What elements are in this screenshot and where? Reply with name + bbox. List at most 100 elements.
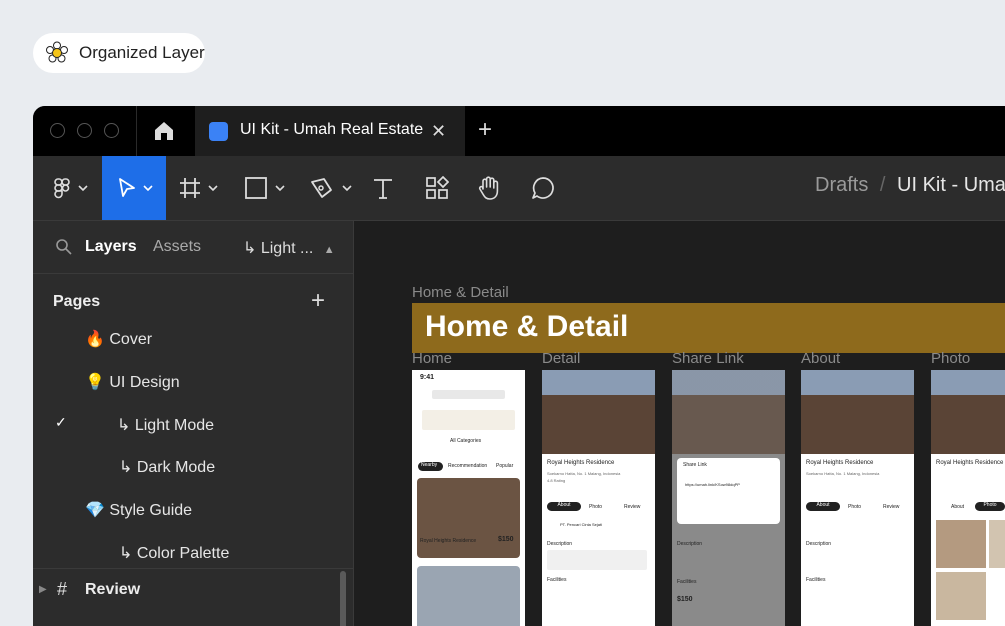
frame-label-photo[interactable]: Photo	[931, 350, 970, 367]
share-sheet: Share Link https://umah.link/KSow98dqPP	[677, 458, 780, 524]
page-picker[interactable]: ↳ Light ... ▲	[243, 238, 335, 258]
share-url: https://umah.link/KSow98dqPP	[685, 482, 740, 487]
frame-home[interactable]: 9:41 All Categories Nearby Recommendatio…	[412, 370, 525, 626]
frame-detail[interactable]: Royal Heights Residence Soekarno Hatta, …	[542, 370, 655, 626]
tab-about: About	[547, 502, 581, 511]
frame-icon: #	[57, 579, 68, 599]
page-item-color-palette[interactable]: ↳ Color Palette	[33, 531, 353, 573]
page-item-ui-design[interactable]: 💡 UI Design	[33, 360, 353, 402]
window-minimize-dot[interactable]	[77, 123, 92, 138]
shape-tool-icon	[245, 177, 285, 199]
toolbar: Drafts / UI Kit - Uma	[33, 156, 1005, 221]
breadcrumb: Drafts / UI Kit - Uma	[815, 174, 1005, 197]
search-icon[interactable]	[55, 238, 73, 256]
text-tool-button[interactable]	[368, 156, 398, 220]
gallery-photo	[936, 572, 986, 620]
window-close-dot[interactable]	[50, 123, 65, 138]
tab-bar: UI Kit - Umah Real Estate ✕ +	[33, 106, 1005, 156]
all-categories: All Categories	[450, 438, 482, 444]
description-heading: Description	[547, 541, 573, 547]
figma-file-icon	[209, 122, 228, 141]
listing-address: Soekarno Hatta, No. 1 Malang, Indonesia	[806, 471, 880, 476]
listing-price: $150	[677, 596, 693, 603]
frame-share-link[interactable]: Share Link https://umah.link/KSow98dqPP …	[672, 370, 785, 626]
resources-button[interactable]	[421, 156, 453, 220]
description-heading: Description	[806, 541, 832, 547]
comment-button[interactable]	[527, 156, 559, 220]
new-tab-button[interactable]: +	[478, 116, 492, 144]
shape-tool-button[interactable]	[238, 156, 294, 220]
tab-photo: Photo	[589, 504, 603, 510]
section-banner-title: Home & Detail	[425, 310, 629, 343]
tab-recommendation: Recommendation	[448, 463, 488, 469]
sidebar-tabs: Layers Assets ↳ Light ... ▲	[33, 221, 353, 274]
section-label[interactable]: Home & Detail	[412, 284, 509, 301]
property-photo	[801, 370, 914, 454]
listing-title: Royal Heights Residence	[936, 460, 1004, 466]
listing-card-image	[417, 478, 520, 558]
text-tool-icon	[374, 179, 392, 199]
frame-tool-button[interactable]	[173, 156, 229, 220]
page-item-cover[interactable]: 🔥 Cover	[33, 317, 353, 359]
listing-title: Royal Heights Residence	[420, 538, 477, 544]
page-item-label: 🔥 Cover	[85, 331, 153, 348]
add-page-button[interactable]: +	[311, 287, 325, 315]
close-tab-icon[interactable]: ✕	[431, 121, 446, 142]
frame-photo[interactable]: Royal Heights Residence About Photo	[931, 370, 1005, 626]
page-picker-label: ↳ Light ...	[243, 240, 314, 257]
facilities-heading: Facilities	[547, 577, 567, 583]
frame-tool-icon	[180, 178, 218, 198]
frame-about[interactable]: Royal Heights Residence Soekarno Hatta, …	[801, 370, 914, 626]
frame-label-share-link[interactable]: Share Link	[672, 350, 744, 367]
figma-menu-button[interactable]	[43, 156, 99, 220]
figma-menu-icon	[54, 178, 88, 199]
listing-rating: 4.8 Rating	[547, 478, 566, 483]
expand-caret-icon[interactable]: ▶	[39, 584, 47, 595]
facilities-heading: Facilities	[677, 579, 697, 585]
breadcrumb-drafts[interactable]: Drafts	[815, 174, 868, 196]
tab-review: Review	[883, 504, 900, 510]
tab-about: About	[951, 504, 965, 510]
listing-card-image	[417, 566, 520, 626]
description-heading: Description	[677, 541, 703, 547]
organized-layer-badge: Organized Layer	[33, 33, 205, 73]
layer-row-review[interactable]: ▶ # Review	[33, 568, 353, 626]
gallery-photo	[936, 520, 986, 568]
hand-tool-button[interactable]	[473, 156, 505, 220]
tab-document[interactable]: UI Kit - Umah Real Estate ✕	[195, 106, 465, 156]
section-banner[interactable]: Home & Detail	[412, 303, 1005, 353]
agent-name: PT. Pencari Cinta Sejati	[560, 522, 603, 527]
pen-tool-button[interactable]	[303, 156, 359, 220]
window-maximize-dot[interactable]	[104, 123, 119, 138]
page-item-label: 💡 UI Design	[85, 374, 180, 391]
left-sidebar: Layers Assets ↳ Light ... ▲ Pages + 🔥 Co…	[33, 221, 354, 626]
home-icon[interactable]	[153, 120, 175, 142]
breadcrumb-separator: /	[879, 174, 886, 196]
description-text	[547, 550, 647, 570]
tab-separator	[136, 106, 137, 156]
pages-heading: Pages	[53, 293, 101, 310]
canvas[interactable]: Home & Detail Home & Detail Home Detail …	[354, 221, 1005, 626]
listing-address: Soekarno Hatta, No. 1 Malang, Indonesia	[547, 471, 621, 476]
page-item-light-mode[interactable]: ✓ ↳ Light Mode	[33, 403, 353, 445]
badge-label: Organized Layer	[79, 43, 205, 62]
page-item-dark-mode[interactable]: ↳ Dark Mode	[33, 445, 353, 487]
property-photo	[931, 370, 1005, 454]
tab-about: About	[806, 502, 840, 511]
frame-label-detail[interactable]: Detail	[542, 350, 580, 367]
chevron-up-icon: ▲	[323, 244, 335, 256]
sidebar-scrollbar[interactable]	[340, 571, 346, 626]
status-time: 9:41	[420, 374, 435, 381]
share-title: Share Link	[683, 462, 707, 468]
page-item-style-guide[interactable]: 💎 Style Guide	[33, 488, 353, 530]
facilities-heading: Facilities	[806, 577, 826, 583]
property-photo	[542, 370, 655, 454]
frame-label-home[interactable]: Home	[412, 350, 452, 367]
move-tool-icon	[119, 178, 153, 197]
move-tool-button[interactable]	[102, 156, 166, 220]
tab-popular: Popular	[496, 463, 514, 469]
breadcrumb-current[interactable]: UI Kit - Uma	[897, 174, 1005, 196]
tab-layers[interactable]: Layers	[85, 238, 137, 256]
tab-assets[interactable]: Assets	[153, 238, 201, 256]
frame-label-about[interactable]: About	[801, 350, 840, 367]
